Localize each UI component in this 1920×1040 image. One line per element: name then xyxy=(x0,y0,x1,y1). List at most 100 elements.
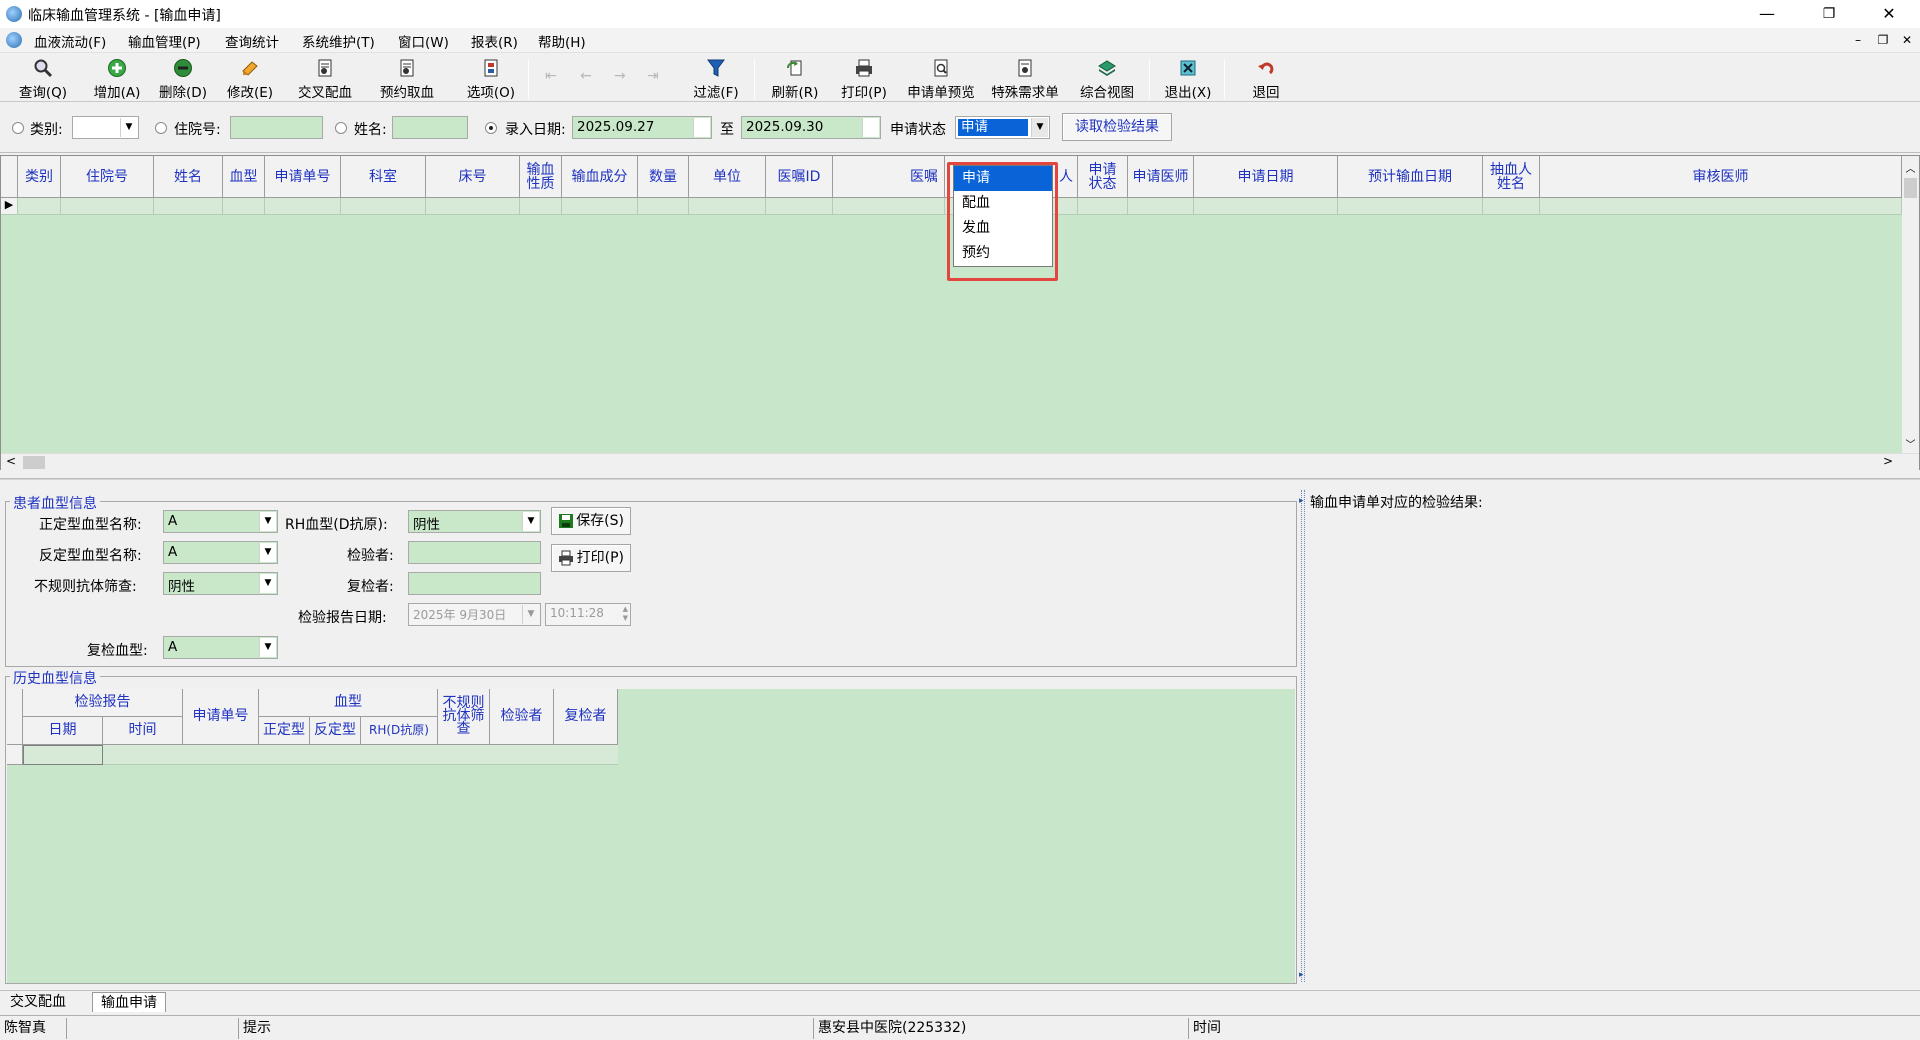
grid-cell[interactable] xyxy=(18,198,61,215)
close-button[interactable]: ✕ xyxy=(1866,0,1912,28)
refresh-button[interactable]: 刷新(R) xyxy=(764,55,826,101)
application-preview-button[interactable]: 申请单预览 xyxy=(900,55,982,101)
grid-cell[interactable] xyxy=(1338,198,1483,215)
chevron-down-icon[interactable]: ▼ xyxy=(120,118,137,137)
antibody-screen-select[interactable]: 阴性 ▼ xyxy=(163,572,278,595)
column-header[interactable]: 科室 xyxy=(341,156,426,198)
rechecker-input[interactable] xyxy=(408,572,541,595)
column-header[interactable]: 医嘱 xyxy=(833,156,945,198)
chevron-down-icon[interactable]: ▼ xyxy=(259,638,276,657)
report-time-picker[interactable]: 10:11:28 ▲ ▼ xyxy=(545,603,631,626)
grid-cell[interactable] xyxy=(1483,198,1540,215)
chevron-down-icon[interactable]: ▼ xyxy=(522,605,539,624)
column-header[interactable]: 申请状态 xyxy=(1078,156,1128,198)
expand-arrow-icon[interactable]: ▸ xyxy=(1299,496,1304,506)
column-header[interactable]: 输血成分 xyxy=(562,156,638,198)
column-header[interactable]: 申请医师 xyxy=(1128,156,1194,198)
reverse-type-select[interactable]: A ▼ xyxy=(163,541,278,564)
nav-next-icon[interactable]: → xyxy=(614,68,626,84)
date-to-picker[interactable]: 2025.09.30 xyxy=(741,116,881,139)
history-column-header[interactable]: 复检者 xyxy=(554,689,618,745)
grid-cell[interactable] xyxy=(1078,198,1128,215)
restore-button[interactable]: ❐ xyxy=(1806,0,1852,28)
grid-cell[interactable] xyxy=(265,198,341,215)
history-grid[interactable]: 检验报告 日期 时间 申请单号 血型 正定型 反定型 RH(D抗原) 不规则抗体… xyxy=(7,689,1295,983)
expand-arrow-icon[interactable]: ▸ xyxy=(1299,970,1304,980)
column-header[interactable]: 姓名 xyxy=(154,156,223,198)
calendar-dropdown-icon[interactable] xyxy=(862,118,879,137)
splitter[interactable] xyxy=(0,478,1920,480)
row-indicator-icon[interactable]: ▶ xyxy=(1,198,18,215)
menu-window[interactable]: 窗口(W) xyxy=(398,31,449,51)
nav-first-icon[interactable]: ⇤ xyxy=(545,68,557,84)
cross-match-button[interactable]: 交叉配血 xyxy=(290,55,360,101)
grid-cell[interactable] xyxy=(833,198,945,215)
menu-system-maintenance[interactable]: 系统维护(T) xyxy=(302,31,375,51)
mdi-restore-button[interactable]: ❐ xyxy=(1874,33,1892,47)
print-report-button[interactable]: 打印(P) xyxy=(551,544,631,572)
minimize-button[interactable]: — xyxy=(1744,0,1790,28)
inspector-input[interactable] xyxy=(408,541,541,564)
options-button[interactable]: 选项(O) xyxy=(461,55,521,101)
grid-cell[interactable] xyxy=(426,198,520,215)
status-select[interactable]: 申请 ▼ xyxy=(955,116,1050,139)
special-requirement-button[interactable]: 特殊需求单 xyxy=(984,55,1066,101)
report-date-picker[interactable]: 2025年 9月30日 ▼ xyxy=(408,603,541,626)
history-column-header[interactable]: 时间 xyxy=(103,717,183,745)
calendar-dropdown-icon[interactable] xyxy=(693,118,710,137)
grid-cell[interactable] xyxy=(341,198,426,215)
entry-date-radio[interactable] xyxy=(485,122,497,134)
forward-type-select[interactable]: A ▼ xyxy=(163,510,278,533)
nav-last-icon[interactable]: ⇥ xyxy=(647,68,659,84)
category-select[interactable]: ▼ xyxy=(72,116,139,139)
save-button[interactable]: 保存(S) xyxy=(551,507,631,535)
history-column-header[interactable]: 日期 xyxy=(23,717,103,745)
filter-button[interactable]: 过滤(F) xyxy=(685,55,747,101)
recheck-type-select[interactable]: A ▼ xyxy=(163,636,278,659)
exit-button[interactable]: 退出(X) xyxy=(1157,55,1219,101)
column-header[interactable]: 申请日期 xyxy=(1194,156,1338,198)
scroll-right-icon[interactable]: > xyxy=(1883,454,1893,468)
read-test-results-button[interactable]: 读取检验结果 xyxy=(1062,113,1172,141)
history-row[interactable] xyxy=(103,745,618,765)
grid-cell[interactable] xyxy=(1540,198,1902,215)
menu-help[interactable]: 帮助(H) xyxy=(538,31,586,51)
menu-report[interactable]: 报表(R) xyxy=(471,31,518,51)
column-header[interactable]: 抽血人姓名 xyxy=(1483,156,1540,198)
return-button[interactable]: 退回 xyxy=(1236,55,1296,101)
vertical-scrollbar[interactable]: ︿ ﹀ xyxy=(1902,156,1919,454)
history-column-header[interactable]: 正定型 xyxy=(259,717,310,745)
tab-cross-match[interactable]: 交叉配血 xyxy=(2,992,74,1012)
name-radio[interactable] xyxy=(335,122,347,134)
column-header[interactable]: 类别 xyxy=(18,156,61,198)
grid-cell[interactable] xyxy=(223,198,265,215)
overview-button[interactable]: 综合视图 xyxy=(1073,55,1141,101)
scroll-down-icon[interactable]: ﹀ xyxy=(1902,436,1919,451)
tab-transfusion-application[interactable]: 输血申请 xyxy=(92,992,166,1012)
print-button[interactable]: 打印(P) xyxy=(834,55,894,101)
chevron-down-icon[interactable]: ▼ xyxy=(259,543,276,562)
edit-button[interactable]: 修改(E) xyxy=(219,55,281,101)
scroll-left-icon[interactable]: < xyxy=(6,454,16,468)
grid-cell[interactable] xyxy=(638,198,689,215)
column-header[interactable]: 血型 xyxy=(223,156,265,198)
column-header[interactable]: 住院号 xyxy=(61,156,154,198)
grid-cell[interactable] xyxy=(689,198,766,215)
admission-input[interactable] xyxy=(230,116,323,139)
column-header[interactable]: 医嘱ID xyxy=(766,156,833,198)
delete-button[interactable]: 删除(D) xyxy=(152,55,214,101)
column-header[interactable]: 单位 xyxy=(689,156,766,198)
scroll-thumb[interactable] xyxy=(1904,178,1917,198)
scroll-up-icon[interactable]: ︿ xyxy=(1902,160,1919,175)
grid-cell[interactable] xyxy=(61,198,154,215)
chevron-down-icon[interactable]: ▼ xyxy=(259,512,276,531)
category-radio[interactable] xyxy=(12,122,24,134)
history-column-header[interactable]: RH(D抗原) xyxy=(361,717,438,745)
grid-cell[interactable] xyxy=(1128,198,1194,215)
horizontal-scrollbar[interactable]: < > xyxy=(1,453,1919,470)
history-column-header[interactable]: 申请单号 xyxy=(183,689,259,745)
add-button[interactable]: 增加(A) xyxy=(86,55,148,101)
grid-cell[interactable] xyxy=(766,198,833,215)
date-from-picker[interactable]: 2025.09.27 xyxy=(572,116,712,139)
grid-cell[interactable] xyxy=(562,198,638,215)
